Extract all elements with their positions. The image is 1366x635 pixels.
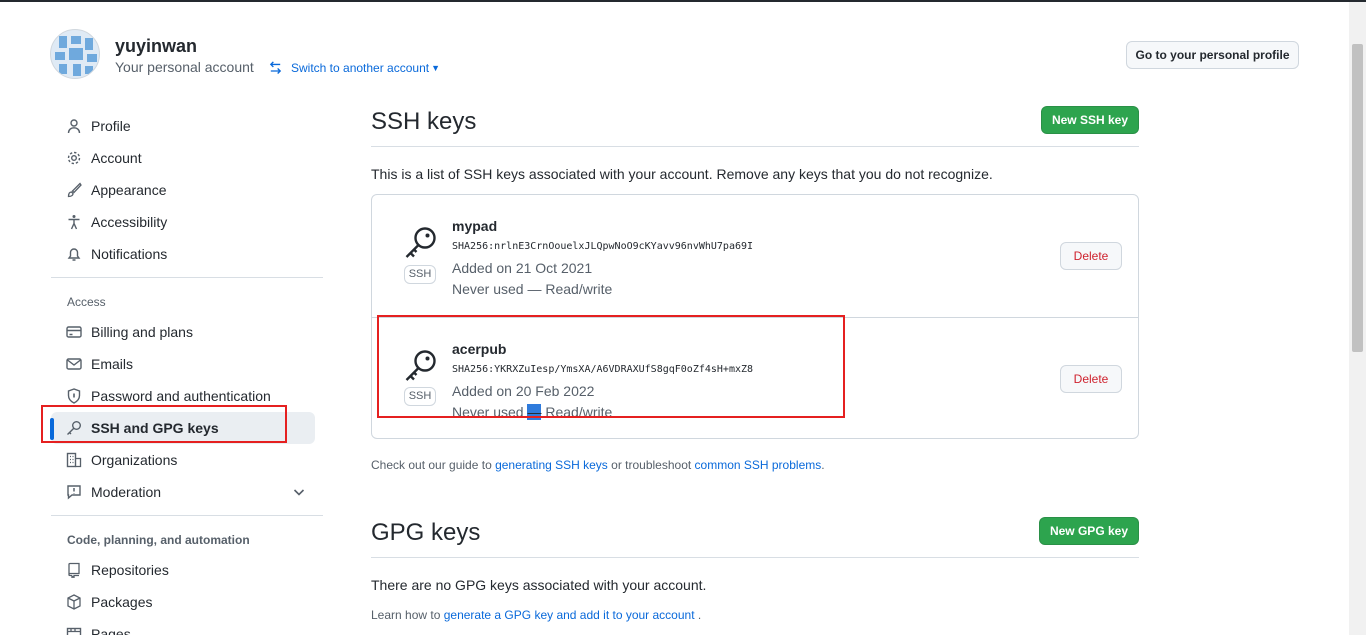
sidebar-heading-access: Access (67, 295, 106, 309)
gpg-keys-heading: GPG keys (371, 519, 481, 546)
sidebar-item-billing[interactable]: Billing and plans (51, 316, 315, 348)
sidebar-item-label: Billing and plans (91, 324, 193, 340)
ssh-key-fingerprint: SHA256:nrlnE3CrnOouelxJLQpwNoO9cKYavv96n… (452, 241, 754, 252)
sidebar-item-profile[interactable]: Profile (51, 110, 315, 142)
paintbrush-icon (66, 182, 82, 198)
sidebar-item-emails[interactable]: Emails (51, 348, 315, 380)
gear-icon (66, 150, 82, 166)
ssh-type-badge: SSH (404, 265, 436, 284)
mail-icon (66, 356, 82, 372)
sidebar-item-label: Packages (91, 594, 153, 610)
ssh-key-title: mypad (452, 218, 498, 234)
sidebar-item-notifications[interactable]: Notifications (51, 238, 315, 270)
sidebar-item-organizations[interactable]: Organizations (51, 444, 315, 476)
switch-account-label: Switch to another account (291, 60, 430, 75)
sidebar-item-pages[interactable]: Pages (51, 618, 315, 635)
sidebar-divider (51, 515, 323, 516)
browser-icon (66, 626, 82, 635)
go-to-profile-button[interactable]: Go to your personal profile (1126, 41, 1299, 69)
guide-text: or troubleshoot (607, 458, 695, 472)
sidebar-item-packages[interactable]: Packages (51, 586, 315, 618)
gpg-learn-text: Learn how to generate a GPG key and add … (371, 608, 701, 622)
package-icon (66, 594, 82, 610)
section-divider (371, 557, 1139, 558)
delete-ssh-key-button[interactable]: Delete (1060, 242, 1122, 270)
delete-ssh-key-button[interactable]: Delete (1060, 365, 1122, 393)
annotation-highlight-box (377, 315, 845, 418)
vertical-scrollbar[interactable] (1349, 2, 1366, 635)
shield-lock-icon (66, 388, 82, 404)
new-gpg-key-button[interactable]: New GPG key (1039, 517, 1139, 545)
section-divider (371, 146, 1139, 147)
window-top-border (0, 0, 1366, 2)
report-icon (66, 484, 82, 500)
ssh-key-added-date: Added on 21 Oct 2021 (452, 260, 593, 276)
ssh-key-row: SSH mypad SHA256:nrlnE3CrnOouelxJLQpwNoO… (372, 195, 1138, 317)
bell-icon (66, 246, 82, 262)
sidebar-item-label: Organizations (91, 452, 178, 468)
key-icon (403, 225, 439, 261)
chevron-down-icon[interactable] (291, 484, 307, 500)
generating-ssh-keys-link[interactable]: generating SSH keys (495, 458, 608, 472)
sidebar-item-label: Appearance (91, 182, 167, 198)
sidebar-item-label: Repositories (91, 562, 169, 578)
sidebar-item-repositories[interactable]: Repositories (51, 554, 315, 586)
gpg-empty-text: There are no GPG keys associated with yo… (371, 577, 707, 593)
new-ssh-key-button[interactable]: New SSH key (1041, 106, 1139, 134)
organization-icon (66, 452, 82, 468)
sidebar-item-moderation[interactable]: Moderation (51, 476, 315, 508)
ssh-guide-text: Check out our guide to generating SSH ke… (371, 458, 825, 472)
generate-gpg-key-link[interactable]: generate a GPG key and add it to your ac… (444, 608, 695, 622)
ssh-keys-description: This is a list of SSH keys associated wi… (371, 166, 993, 182)
sidebar-item-label: Account (91, 150, 142, 166)
sidebar-item-accessibility[interactable]: Accessibility (51, 206, 315, 238)
avatar[interactable] (50, 29, 100, 79)
sidebar-item-label: Pages (91, 626, 131, 635)
sidebar-item-label: Emails (91, 356, 134, 372)
sidebar-item-label: Accessibility (91, 214, 168, 230)
accessibility-icon (66, 214, 82, 230)
sidebar-item-label: Moderation (91, 484, 162, 500)
caret-down-icon: ▼ (431, 62, 441, 73)
sidebar-item-appearance[interactable]: Appearance (51, 174, 315, 206)
sidebar-item-label: Notifications (91, 246, 168, 262)
account-subtitle: Your personal account (115, 59, 254, 75)
sidebar-item-label: Password and authentication (91, 388, 271, 404)
arrow-switch-icon (269, 61, 282, 74)
guide-text: . (821, 458, 825, 472)
repo-icon (66, 562, 82, 578)
annotation-highlight-box (41, 405, 287, 443)
guide-text: Check out our guide to (371, 458, 496, 472)
username: yuyinwan (115, 36, 198, 56)
person-icon (66, 118, 82, 134)
sidebar-item-account[interactable]: Account (51, 142, 315, 174)
ssh-keys-heading: SSH keys (371, 108, 477, 135)
switch-account-link[interactable]: Switch to another account ▼ (268, 60, 440, 75)
learn-text: Learn how to (371, 608, 444, 622)
credit-card-icon (66, 324, 82, 340)
sidebar-heading-code: Code, planning, and automation (67, 533, 250, 547)
scrollbar-thumb[interactable] (1352, 44, 1363, 352)
common-ssh-problems-link[interactable]: common SSH problems (695, 458, 822, 472)
sidebar-item-label: Profile (91, 118, 131, 134)
ssh-key-usage: Never used — Read/write (452, 281, 613, 297)
learn-text: . (694, 608, 702, 622)
sidebar-divider (51, 277, 323, 278)
